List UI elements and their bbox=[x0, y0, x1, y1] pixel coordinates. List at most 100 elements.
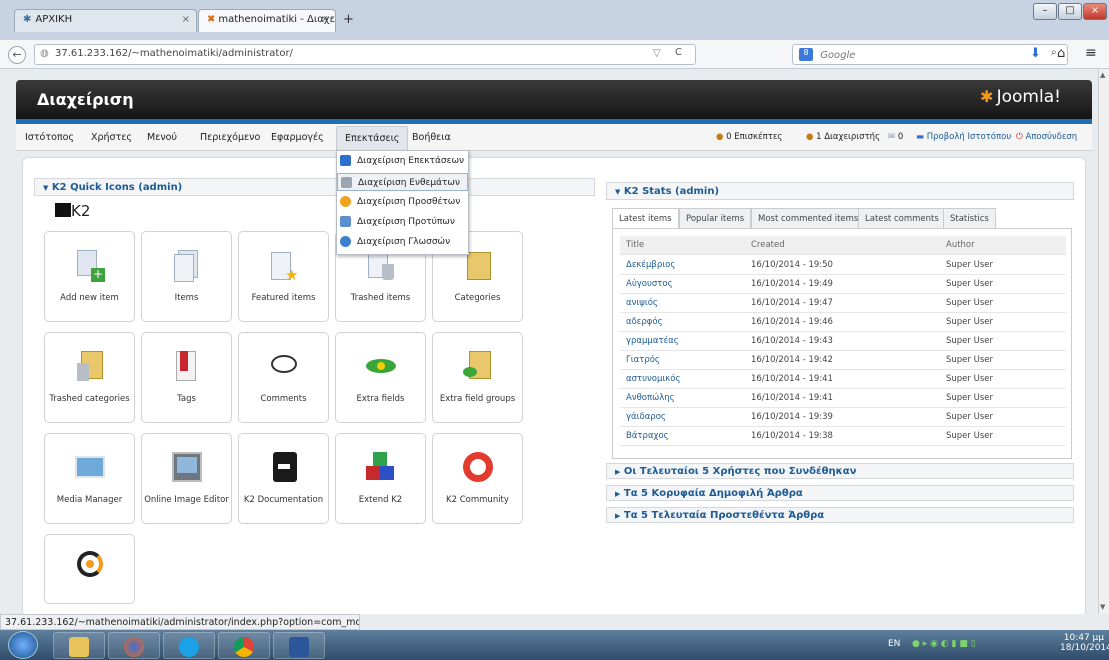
menu-item-extension-manager[interactable]: Διαχείριση Επεκτάσεων bbox=[337, 152, 468, 170]
quickicon-featured-items[interactable]: ★ Featured items bbox=[238, 231, 329, 322]
mail-icon: ✉ bbox=[888, 132, 896, 142]
quickicon-add-new-item[interactable]: + Add new item bbox=[44, 231, 135, 322]
tab-close-icon[interactable]: × bbox=[321, 14, 329, 25]
maximize-button[interactable]: □ bbox=[1058, 3, 1082, 20]
tab-statistics[interactable]: Statistics bbox=[943, 208, 996, 228]
quickicon-k2-community[interactable]: K2 Community bbox=[432, 433, 523, 524]
logout-link[interactable]: ⏻ Αποσύνδεση bbox=[1016, 132, 1077, 142]
quickicon-joomlaworks[interactable] bbox=[44, 534, 135, 604]
stats-header[interactable]: ▼ K2 Stats (admin) bbox=[606, 182, 1074, 200]
quickicon-comments[interactable]: Comments bbox=[238, 332, 329, 423]
item-title-link[interactable]: Αύγουστος bbox=[626, 279, 673, 289]
quickicon-extra-fields[interactable]: Extra fields bbox=[335, 332, 426, 423]
quickicon-items[interactable]: Items bbox=[141, 231, 232, 322]
download-icon[interactable]: ⬇ bbox=[1030, 46, 1041, 61]
clock[interactable]: 10:47 μμ 18/10/2014 bbox=[1060, 633, 1109, 653]
comment-bubble-icon bbox=[265, 347, 303, 385]
tab-close-icon[interactable]: × bbox=[182, 14, 190, 25]
item-author: Super User bbox=[946, 336, 993, 346]
items-icon bbox=[168, 246, 206, 284]
tab-latest-comments[interactable]: Latest comments bbox=[858, 208, 946, 228]
table-row: ανιψιός 16/10/2014 - 19:47 Super User bbox=[620, 294, 1066, 313]
menu-site[interactable]: Ιστότοπος bbox=[25, 132, 74, 143]
close-window-button[interactable]: × bbox=[1083, 3, 1107, 20]
dropdown-arrow-icon[interactable]: ▽ bbox=[653, 48, 661, 59]
menu-help[interactable]: Βοήθεια bbox=[412, 132, 451, 143]
add-item-icon: + bbox=[71, 246, 109, 284]
admin-header: Διαχείριση ✱ Joomla! bbox=[16, 80, 1092, 119]
tab-latest-items[interactable]: Latest items bbox=[612, 208, 679, 228]
taskbar-explorer[interactable] bbox=[53, 632, 105, 659]
tab-popular-items[interactable]: Popular items bbox=[679, 208, 752, 228]
extension-manager-icon bbox=[340, 155, 351, 166]
menu-components[interactable]: Εφαρμογές bbox=[271, 132, 324, 143]
lifebuoy-icon bbox=[459, 448, 497, 486]
scroll-down-icon[interactable]: ▼ bbox=[1100, 603, 1105, 611]
item-title-link[interactable]: Γιατρός bbox=[626, 355, 660, 365]
item-title-link[interactable]: γάιδαρος bbox=[626, 412, 666, 422]
latest-items-table: Title Created Author Δεκέμβριος 16/10/201… bbox=[612, 228, 1072, 459]
taskbar-word[interactable] bbox=[273, 632, 325, 659]
item-title-link[interactable]: αστυνομικός bbox=[626, 374, 680, 384]
quickicon-tags[interactable]: Tags bbox=[141, 332, 232, 423]
k2-logo: K2 bbox=[55, 202, 90, 220]
item-title-link[interactable]: Ανθοπώλης bbox=[626, 393, 675, 403]
menu-extensions[interactable]: Επεκτάσεις bbox=[336, 126, 409, 150]
item-title-link[interactable]: ανιψιός bbox=[626, 298, 658, 308]
tab-most-commented-items[interactable]: Most commented items bbox=[751, 208, 866, 228]
accordion-last-logged-users[interactable]: ▶ Οι Τελευταίοι 5 Χρήστες που Συνδέθηκαν bbox=[606, 463, 1074, 479]
collapse-arrow-icon: ▼ bbox=[615, 188, 621, 196]
joomla-icon: ✱ bbox=[23, 14, 32, 25]
item-title-link[interactable]: γραμματέας bbox=[626, 336, 679, 346]
logout-icon: ⏻ bbox=[1016, 132, 1023, 142]
quickicon-extend-k2[interactable]: Extend K2 bbox=[335, 433, 426, 524]
minimize-button[interactable]: – bbox=[1033, 3, 1057, 20]
taskbar-skype[interactable] bbox=[163, 632, 215, 659]
quickicons-header[interactable]: ▼ K2 Quick Icons (admin) bbox=[34, 178, 595, 196]
menu-item-template-manager[interactable]: Διαχείριση Προτύπων bbox=[337, 213, 468, 231]
start-button[interactable] bbox=[8, 631, 38, 659]
messages-status[interactable]: ✉ 0 bbox=[888, 132, 903, 142]
reload-icon[interactable]: C bbox=[675, 47, 682, 58]
page-scrollbar[interactable]: ▲ ▼ bbox=[1098, 69, 1109, 614]
scroll-up-icon[interactable]: ▲ bbox=[1100, 71, 1105, 79]
expand-arrow-icon: ▶ bbox=[615, 468, 621, 476]
menu-icon[interactable]: ≡ bbox=[1085, 45, 1097, 61]
language-indicator[interactable]: EN bbox=[888, 639, 900, 649]
view-site-link[interactable]: ▬ Προβολή Ιστοτόπου bbox=[916, 132, 1011, 142]
menu-users[interactable]: Χρήστες bbox=[91, 132, 132, 143]
address-bar[interactable]: ◍ 37.61.233.162/~mathenoimatiki/administ… bbox=[34, 44, 696, 65]
menu-item-module-manager[interactable]: Διαχείριση Ενθεμάτων bbox=[337, 173, 468, 191]
item-created-date: 16/10/2014 - 19:50 bbox=[751, 260, 833, 270]
page-content: Διαχείριση ✱ Joomla! Ιστότοπος Χρήστες Μ… bbox=[0, 69, 1098, 614]
quickicon-media-manager[interactable]: Media Manager bbox=[44, 433, 135, 524]
menu-item-plugin-manager[interactable]: Διαχείριση Προσθέτων bbox=[337, 193, 468, 211]
tray-icons[interactable]: ● ▸ ◉ ◐ ▮ ■ ▯ bbox=[912, 639, 976, 649]
trashed-categories-icon bbox=[71, 347, 109, 385]
taskbar-firefox[interactable] bbox=[108, 632, 160, 659]
quickicon-trashed-categories[interactable]: Trashed categories bbox=[44, 332, 135, 423]
browser-tab-admin[interactable]: ✖mathenoimatiki - Διαχείρι... × bbox=[198, 9, 336, 32]
home-icon[interactable]: ⌂ bbox=[1057, 46, 1065, 61]
menu-menus[interactable]: Μενού bbox=[147, 132, 177, 143]
accordion-latest-added-articles[interactable]: ▶ Τα 5 Τελευταία Προστεθέντα Άρθρα bbox=[606, 507, 1074, 523]
accordion-top-popular-articles[interactable]: ▶ Τα 5 Κορυφαία Δημοφιλή Άρθρα bbox=[606, 485, 1074, 501]
item-title-link[interactable]: Βάτραχος bbox=[626, 431, 669, 441]
item-created-date: 16/10/2014 - 19:41 bbox=[751, 374, 833, 384]
new-tab-button[interactable]: + bbox=[343, 12, 354, 27]
quickicon-extra-field-groups[interactable]: Extra field groups bbox=[432, 332, 523, 423]
module-manager-icon bbox=[341, 177, 352, 188]
back-arrow-icon[interactable]: ← bbox=[8, 46, 26, 64]
menu-content[interactable]: Περιεχόμενο bbox=[200, 132, 260, 143]
quickicon-k2-documentation[interactable]: K2 Documentation bbox=[238, 433, 329, 524]
item-title-link[interactable]: αδερφός bbox=[626, 317, 663, 327]
item-author: Super User bbox=[946, 355, 993, 365]
item-title-link[interactable]: Δεκέμβριος bbox=[626, 260, 675, 270]
browser-tab-home[interactable]: ✱ ΑΡΧΙΚΗ × bbox=[14, 9, 197, 32]
search-icon[interactable]: ⌕ bbox=[1051, 47, 1057, 58]
search-box[interactable]: 8 Google ⌕ bbox=[792, 44, 1068, 65]
taskbar-chrome[interactable] bbox=[218, 632, 270, 659]
menu-item-language-manager[interactable]: Διαχείριση Γλωσσών bbox=[337, 233, 468, 251]
chrome-icon bbox=[234, 637, 254, 657]
quickicon-online-image-editor[interactable]: Online Image Editor bbox=[141, 433, 232, 524]
